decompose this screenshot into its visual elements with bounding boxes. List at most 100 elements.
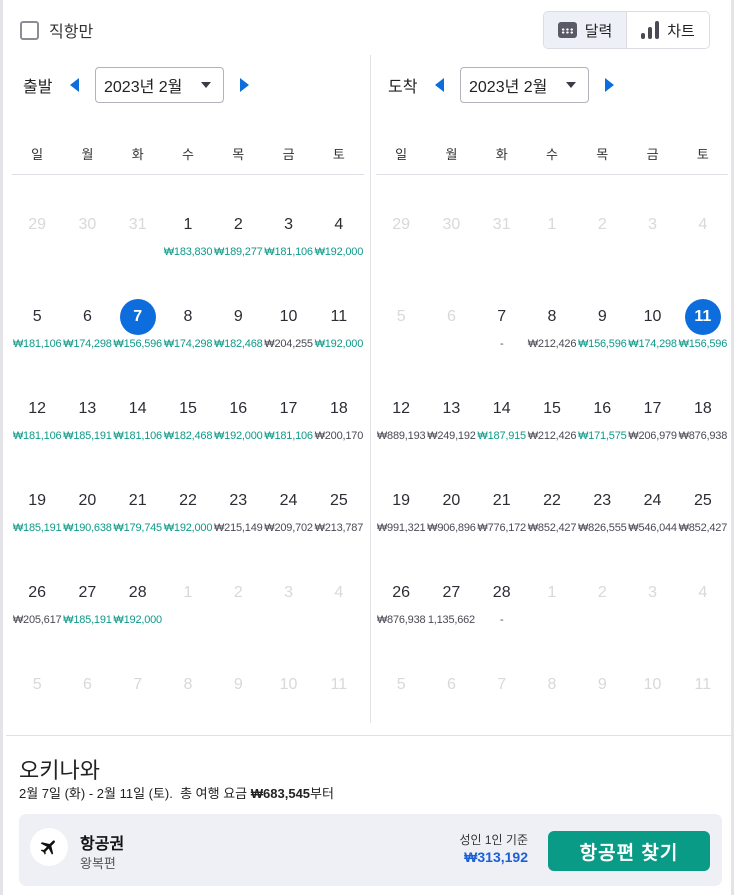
calendar-day[interactable]: 8 ₩174,298	[163, 299, 213, 391]
prev-month-icon[interactable]	[435, 78, 444, 92]
calendar-day[interactable]: 28 -	[477, 575, 527, 667]
day-price: ₩212,426	[527, 338, 577, 350]
weekday-label: 토	[332, 147, 345, 162]
day-number: 23	[593, 492, 612, 509]
day-price: ₩181,106	[264, 430, 313, 442]
prev-month-icon[interactable]	[70, 78, 79, 92]
calendar-day: 7	[113, 667, 163, 759]
day-number: 2	[597, 216, 607, 233]
day-number: 4	[334, 216, 344, 233]
calendar-day[interactable]: 15 ₩182,468	[163, 391, 213, 483]
calendar-day[interactable]: 17 ₩181,106	[263, 391, 313, 483]
calendar-day[interactable]: 13 ₩249,192	[426, 391, 476, 483]
calendar-day[interactable]: 20 ₩190,638	[62, 483, 112, 575]
day-number: 18	[329, 400, 348, 417]
next-month-icon[interactable]	[240, 78, 249, 92]
day-number: 4	[334, 584, 344, 601]
weekday-label: 일	[31, 147, 44, 162]
calendar-day[interactable]: 20 ₩906,896	[426, 483, 476, 575]
calendar-day[interactable]: 10 ₩174,298	[627, 299, 677, 391]
day-number: 2	[233, 216, 243, 233]
arrival-month-select[interactable]: 2023년 2월	[460, 67, 589, 103]
calendar-day: 4	[314, 575, 364, 667]
day-number: 31	[492, 216, 511, 233]
departure-day-grid: 29 30 31 1 ₩183,830 2 ₩189,277 3 ₩181,106 4 ₩192,0…	[12, 207, 364, 759]
calendar-day: 10	[627, 667, 677, 759]
calendar-day[interactable]: 21 ₩179,745	[113, 483, 163, 575]
arrival-month-header: 도착 2023년 2월	[376, 67, 728, 103]
calendar-day[interactable]: 10 ₩204,255	[263, 299, 313, 391]
calendar-day[interactable]: 26 ₩205,617	[12, 575, 62, 667]
calendar-day[interactable]: 2 ₩189,277	[213, 207, 263, 299]
calendar-day: 7	[477, 667, 527, 759]
calendar-day[interactable]: 15 ₩212,426	[527, 391, 577, 483]
next-month-icon[interactable]	[605, 78, 614, 92]
calendar-day-selected[interactable]: 7 ₩156,596	[113, 299, 163, 391]
calendar-day-selected[interactable]: 11 ₩156,596	[678, 299, 728, 391]
calendar-day[interactable]: 16 ₩192,000	[213, 391, 263, 483]
calendar-day[interactable]: 8 ₩212,426	[527, 299, 577, 391]
calendar-day[interactable]: 1 ₩183,830	[163, 207, 213, 299]
calendar-day[interactable]: 27 ₩185,191	[62, 575, 112, 667]
calendar-day[interactable]: 14 ₩187,915	[477, 391, 527, 483]
calendar-day[interactable]: 18 ₩200,170	[314, 391, 364, 483]
calendar-day[interactable]: 21 ₩776,172	[477, 483, 527, 575]
departure-month-select[interactable]: 2023년 2월	[95, 67, 224, 103]
destination-title: 오키나와	[19, 758, 100, 783]
day-price: ₩546,044	[628, 522, 677, 534]
calendar-view-button[interactable]: 달력	[544, 12, 627, 48]
calendar-day: 2	[577, 207, 627, 299]
calendar-day[interactable]: 4 ₩192,000	[314, 207, 364, 299]
calendar-day[interactable]: 25 ₩213,787	[314, 483, 364, 575]
departure-month-header: 출발 2023년 2월	[12, 67, 364, 103]
calendar-day[interactable]: 12 ₩889,193	[376, 391, 426, 483]
day-price: ₩826,555	[578, 522, 627, 534]
chart-view-button[interactable]: 차트	[627, 12, 709, 48]
calendar-day[interactable]: 9 ₩182,468	[213, 299, 263, 391]
calendar-day[interactable]: 6 ₩174,298	[62, 299, 112, 391]
flight-card-subtitle: 왕복편	[80, 856, 116, 871]
calendar-day[interactable]: 13 ₩185,191	[62, 391, 112, 483]
calendar-day[interactable]: 18 ₩876,938	[678, 391, 728, 483]
chevron-down-icon	[201, 82, 211, 88]
calendar-day[interactable]: 22 ₩192,000	[163, 483, 213, 575]
calendar-day[interactable]: 17 ₩206,979	[627, 391, 677, 483]
calendar-day[interactable]: 27 1,135,662	[426, 575, 476, 667]
calendar-day: 29	[12, 207, 62, 299]
calendar-day[interactable]: 26 ₩876,938	[376, 575, 426, 667]
day-price: ₩776,172	[477, 522, 526, 534]
arrival-label: 도착	[388, 79, 418, 96]
calendar-day[interactable]: 19 ₩185,191	[12, 483, 62, 575]
calendar-day[interactable]: 3 ₩181,106	[263, 207, 313, 299]
calendar-day[interactable]: 9 ₩156,596	[577, 299, 627, 391]
day-number: 7	[497, 308, 507, 325]
find-flights-button[interactable]: 항공편 찾기	[548, 831, 710, 871]
day-number: 28	[128, 584, 147, 601]
day-number: 1	[547, 584, 557, 601]
calendar-day: 11	[678, 667, 728, 759]
calendar-day[interactable]: 19 ₩991,321	[376, 483, 426, 575]
calendar-day[interactable]: 14 ₩181,106	[113, 391, 163, 483]
direct-only-checkbox[interactable]	[20, 20, 39, 40]
day-price: ₩181,106	[264, 246, 313, 258]
day-number: 11	[684, 299, 721, 335]
calendar-day[interactable]: 24 ₩209,702	[263, 483, 313, 575]
calendar-day[interactable]: 7-	[477, 299, 527, 391]
calendar-day[interactable]: 22 ₩852,427	[527, 483, 577, 575]
calendar-day[interactable]: 23 ₩826,555	[577, 483, 627, 575]
direct-only-filter[interactable]: 직항만	[20, 18, 93, 42]
calendar-day[interactable]: 23 ₩215,149	[213, 483, 263, 575]
day-number: 29	[28, 216, 47, 233]
calendar-day[interactable]: 24 ₩546,044	[627, 483, 677, 575]
day-number: 7	[119, 299, 156, 335]
day-number: 14	[492, 400, 511, 417]
calendar-day[interactable]: 12 ₩181,106	[12, 391, 62, 483]
calendar-day[interactable]: 28 ₩192,000	[113, 575, 163, 667]
calendar-day[interactable]: 16 ₩171,575	[577, 391, 627, 483]
direct-only-label: 직항만	[49, 24, 94, 41]
calendar-day[interactable]: 11 ₩192,000	[314, 299, 364, 391]
calendar-day[interactable]: 25 ₩852,427	[678, 483, 728, 575]
calendar-day[interactable]: 5 ₩181,106	[12, 299, 62, 391]
day-number: 8	[547, 676, 557, 693]
calendar-day: 1	[527, 575, 577, 667]
